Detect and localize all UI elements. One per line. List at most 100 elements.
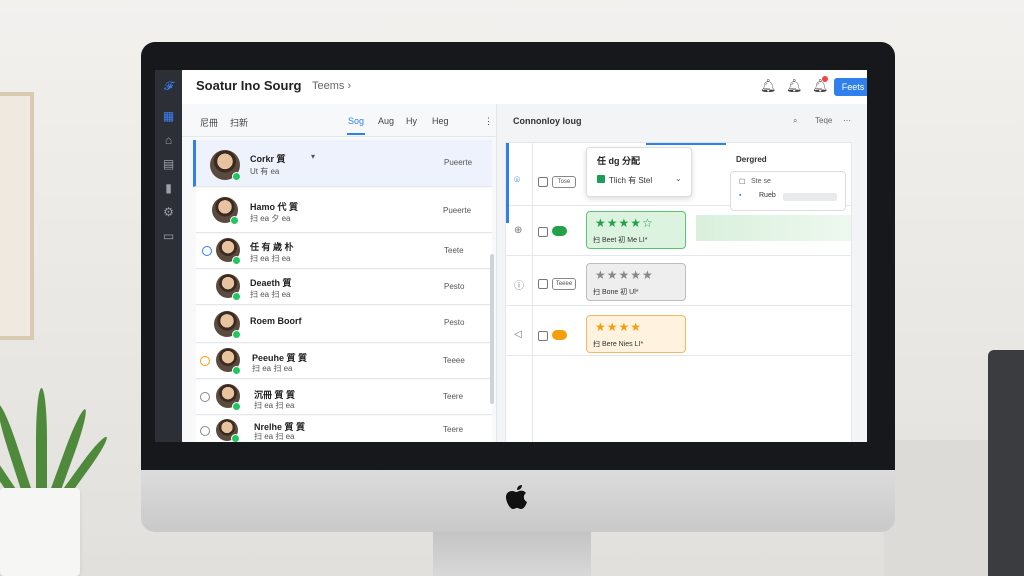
row-checkbox[interactable] <box>538 279 548 289</box>
logo-icon[interactable]: 𝓕 <box>162 80 175 93</box>
star-rating: ★★★★☆ <box>595 216 654 230</box>
property-line-1: Ste se <box>751 178 771 185</box>
highlight-band <box>696 215 851 241</box>
contact-status: Pueerte <box>443 206 472 215</box>
star-rating: ★★★★★ <box>595 268 654 282</box>
send-icon[interactable]: ◁ <box>514 329 522 340</box>
contact-sub: 扫 ea 扫 ea <box>254 401 295 410</box>
tab-2[interactable]: 扫新 <box>230 116 248 129</box>
dashboard-icon[interactable]: ▦ <box>162 110 175 123</box>
bell-icon[interactable]: 🔔︎ <box>760 78 777 94</box>
list-item[interactable]: Deaeth 質 扫 ea 扫 ea Pesto <box>196 270 492 305</box>
calendar-icon[interactable]: ▤ <box>162 158 175 171</box>
office-chair <box>988 350 1024 576</box>
row-checkbox[interactable] <box>538 227 548 237</box>
chevron-down-icon[interactable]: ▾ <box>311 152 315 161</box>
select-radio[interactable] <box>202 246 212 256</box>
contact-status: Teere <box>443 392 464 401</box>
monitor: 𝓕 ▦ ⌂ ▤ ▮ ⚙ ▭ Soatur Ino Sourg Teems › 🔔… <box>141 42 895 532</box>
assign-popup[interactable]: 任 dg 分配 Tlich 有 Stel ⌄ <box>586 147 692 197</box>
contact-status: Pesto <box>444 318 465 327</box>
selection-indicator <box>646 143 726 145</box>
list-item[interactable]: Peeuhe 質 質 扫 ea 扫 ea Teeee <box>196 344 492 379</box>
contact-sub: 扫 ea 扫 ea <box>254 432 295 441</box>
active-row-indicator <box>506 143 509 223</box>
contact-name: Deaeth 質 <box>250 278 292 288</box>
messages-icon[interactable]: ▭ <box>162 230 175 243</box>
star-rating: ★★★★ <box>595 320 643 334</box>
row-tag: Teeee <box>552 278 576 290</box>
review-board: ⌾ Tose 任 dg 分配 Tlich 有 Stel ⌄ Dergred ☐ … <box>505 142 852 442</box>
select-radio[interactable] <box>200 392 210 402</box>
info-icon[interactable]: ⓘ <box>514 277 524 292</box>
plant-pot <box>0 488 80 576</box>
divider <box>532 143 533 442</box>
contact-name: 任 有 歳 朴 <box>250 242 294 252</box>
apple-logo-icon <box>506 485 527 509</box>
flag-icon <box>597 175 605 183</box>
scrollbar[interactable] <box>490 254 494 404</box>
property-box[interactable]: ☐ Ste se ▪ Rueb <box>730 171 846 211</box>
contact-sub: 扫 ea 夕 ea <box>250 214 291 223</box>
globe-icon[interactable]: ⊕ <box>514 225 522 236</box>
app-screen: 𝓕 ▦ ⌂ ▤ ▮ ⚙ ▭ Soatur Ino Sourg Teems › 🔔… <box>155 70 867 442</box>
select-radio[interactable] <box>200 426 210 436</box>
contact-sub: 扫 ea 扫 ea <box>252 364 293 373</box>
rating-text: 扫 Bone 初 Ul* <box>593 289 639 296</box>
list-item[interactable]: 任 有 歳 朴 扫 ea 扫 ea Teete <box>196 234 492 269</box>
status-toggle[interactable] <box>552 330 567 340</box>
more-icon[interactable]: ⋮ <box>484 116 493 127</box>
rating-card[interactable]: ★★★★ 扫 Bere Nies LI* <box>586 315 686 353</box>
settings-icon[interactable]: ⚙ <box>162 206 175 219</box>
online-indicator <box>232 330 241 339</box>
more-icon[interactable]: ⋯ <box>843 116 851 125</box>
chart-icon[interactable]: ▮ <box>162 182 175 195</box>
online-indicator <box>232 172 241 181</box>
rating-card[interactable]: ★★★★★ 扫 Bone 初 Ul* <box>586 263 686 301</box>
header-action-button[interactable]: Feets <box>834 78 867 96</box>
breadcrumb[interactable]: Teems › <box>312 80 351 92</box>
app-title: Soatur Ino Sourg <box>196 78 302 93</box>
tab-6[interactable]: Heg <box>432 116 449 126</box>
home-icon[interactable]: ⌂ <box>162 134 175 147</box>
contact-name: Corkr 質 <box>250 154 286 164</box>
online-indicator <box>232 256 241 265</box>
contact-list-pane: 尼冊 扫新 Sog Aug Hy Heg ⋮ Corkr 質 ▾ Ut 有 ea… <box>182 104 496 442</box>
list-item[interactable]: Roem Boorf Pesto <box>196 306 492 343</box>
chevron-down-icon[interactable]: ⌄ <box>675 174 682 183</box>
top-bar: Soatur Ino Sourg Teems › 🔔︎ 🔔︎ 🔔︎ Feets … <box>182 70 867 105</box>
rating-card[interactable]: ★★★★☆ 扫 Beet 初 Me LI* <box>586 211 686 249</box>
row-checkbox[interactable] <box>538 177 548 187</box>
select-radio[interactable] <box>200 356 210 366</box>
tab-active[interactable]: Sog <box>348 116 364 126</box>
status-toggle[interactable] <box>552 226 567 236</box>
property-title: Dergred <box>736 155 767 164</box>
online-indicator <box>232 292 241 301</box>
contact-status: Teete <box>444 246 464 255</box>
divider <box>506 255 851 256</box>
list-item[interactable]: Nrelhe 質 質 扫 ea 扫 ea Teere <box>196 416 492 442</box>
user-icon: ▪ <box>739 192 742 199</box>
contact-sub: 扫 ea 扫 ea <box>250 254 291 263</box>
list-tabs: 尼冊 扫新 Sog Aug Hy Heg ⋮ <box>182 104 496 137</box>
contact-name: Roem Boorf <box>250 316 302 326</box>
review-header: Connonloy loug ⌕ Teqe ⋯ <box>497 104 867 138</box>
rating-text: 扫 Beet 初 Me LI* <box>593 237 648 244</box>
tab-5[interactable]: Hy <box>406 116 417 126</box>
contact-name: Hamo 代 質 <box>250 202 299 212</box>
tab-4[interactable]: Aug <box>378 116 394 126</box>
list-item[interactable]: Corkr 質 ▾ Ut 有 ea Pueerte <box>193 140 492 187</box>
online-indicator <box>230 216 239 225</box>
notification-icon[interactable]: 🔔︎ <box>786 78 803 94</box>
divider <box>506 305 851 306</box>
online-indicator <box>231 434 240 442</box>
monitor-stand <box>433 532 591 576</box>
row-checkbox[interactable] <box>538 331 548 341</box>
list-item[interactable]: 沉冊 質 質 扫 ea 扫 ea Teere <box>196 380 492 415</box>
contact-status: Pesto <box>444 282 465 291</box>
search-icon[interactable]: ⌕ <box>793 116 797 126</box>
active-tab-indicator <box>347 133 365 135</box>
list-item[interactable]: Hamo 代 質 扫 ea 夕 ea Pueerte <box>196 188 492 233</box>
location-icon[interactable]: ⌾ <box>514 175 520 186</box>
tab-1[interactable]: 尼冊 <box>200 116 218 129</box>
